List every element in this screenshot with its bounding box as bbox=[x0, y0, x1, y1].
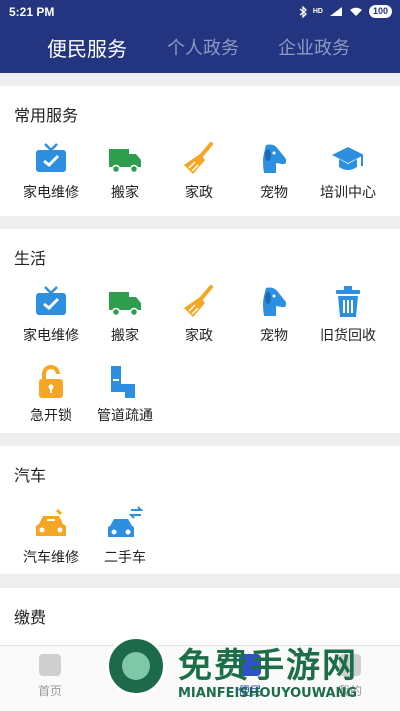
service-item-emergency-unlock[interactable]: 急开锁 bbox=[11, 364, 91, 425]
service-label: 搬家 bbox=[111, 328, 139, 344]
tab-personal-affairs[interactable]: 个人政务 bbox=[167, 34, 239, 60]
service-label: 搬家 bbox=[111, 185, 139, 201]
service-item-moving[interactable]: 搬家 bbox=[85, 141, 165, 202]
section-title: 生活 bbox=[14, 249, 47, 268]
nav-label: 首页 bbox=[37, 684, 62, 698]
section-title: 缴费 bbox=[14, 608, 47, 627]
dog-icon bbox=[263, 287, 287, 316]
graduation-cap-icon bbox=[332, 147, 364, 170]
top-tabs: 便民服务 个人政务 企业政务 bbox=[0, 34, 400, 64]
truck-icon bbox=[109, 149, 141, 174]
service-item-used-car[interactable]: 二手车 bbox=[85, 506, 165, 567]
service-label: 家电维修 bbox=[23, 328, 79, 344]
section-common-services: 常用服务 家电维修 搬家 家政 宠物 培训中心 bbox=[0, 86, 400, 216]
service-item-appliance-repair[interactable]: 家电维修 bbox=[11, 141, 91, 202]
service-item-moving[interactable]: 搬家 bbox=[85, 284, 165, 345]
service-label: 急开锁 bbox=[30, 408, 72, 424]
service-item-car-repair[interactable]: 汽车维修 bbox=[11, 506, 91, 567]
watermark-title: 免费手游网 bbox=[178, 646, 358, 686]
network-label: HD bbox=[312, 7, 323, 15]
service-item-housekeeping[interactable]: 家政 bbox=[159, 141, 239, 202]
section-title: 常用服务 bbox=[14, 106, 79, 125]
service-label: 宠物 bbox=[260, 328, 288, 344]
status-icons: HD 100 bbox=[299, 5, 392, 18]
section-car: 汽车 汽车维修 二手车 bbox=[0, 446, 400, 574]
tab-business-affairs[interactable]: 企业政务 bbox=[278, 34, 350, 60]
service-item-pets[interactable]: 宠物 bbox=[234, 284, 314, 345]
tv-icon bbox=[36, 286, 66, 315]
car-exchange-icon bbox=[108, 506, 143, 537]
service-item-pipe-dredging[interactable]: 管道疏通 bbox=[85, 364, 165, 425]
watermark-subtitle: MIANFEISHOUYOUWANG bbox=[178, 686, 358, 701]
status-time: 5:21 PM bbox=[9, 5, 55, 19]
service-label: 汽车维修 bbox=[23, 550, 79, 566]
service-item-pets[interactable]: 宠物 bbox=[234, 141, 314, 202]
service-label: 旧货回收 bbox=[320, 328, 376, 344]
service-item-appliance-repair[interactable]: 家电维修 bbox=[11, 284, 91, 345]
watermark-logo bbox=[106, 636, 166, 696]
section-life: 生活 家电维修 搬家 家政 宠物 旧货回收 急开锁 管道疏通 bbox=[0, 229, 400, 433]
bluetooth-icon bbox=[299, 5, 307, 18]
service-label: 培训中心 bbox=[320, 185, 376, 201]
status-bar: 5:21 PM HD 100 bbox=[0, 0, 400, 26]
section-title: 汽车 bbox=[14, 466, 47, 485]
tv-icon bbox=[36, 143, 66, 172]
watermark: 免费手游网 MIANFEISHOUYOUWANG bbox=[100, 634, 400, 711]
pipe-icon bbox=[111, 366, 135, 398]
service-label: 二手车 bbox=[104, 550, 146, 566]
service-label: 家电维修 bbox=[23, 185, 79, 201]
home-icon bbox=[39, 654, 61, 676]
app-header: 5:21 PM HD 100 便民服务 个人政务 企业政务 bbox=[0, 0, 400, 73]
signal-icon bbox=[329, 7, 342, 16]
service-label: 家政 bbox=[185, 328, 213, 344]
tab-convenience-services[interactable]: 便民服务 bbox=[47, 33, 127, 62]
service-label: 管道疏通 bbox=[97, 408, 153, 424]
broom-icon bbox=[184, 142, 213, 174]
unlock-icon bbox=[39, 365, 63, 398]
nav-item-home[interactable]: 首页 bbox=[0, 646, 100, 711]
service-item-housekeeping[interactable]: 家政 bbox=[159, 284, 239, 345]
car-repair-icon bbox=[36, 508, 66, 536]
battery-indicator: 100 bbox=[368, 5, 392, 18]
service-label: 宠物 bbox=[260, 185, 288, 201]
trash-icon bbox=[336, 286, 360, 317]
service-label: 家政 bbox=[185, 185, 213, 201]
dog-icon bbox=[263, 144, 287, 173]
service-item-recycling[interactable]: 旧货回收 bbox=[308, 284, 388, 345]
truck-icon bbox=[109, 292, 141, 317]
service-item-training-center[interactable]: 培训中心 bbox=[308, 141, 388, 202]
wifi-icon bbox=[349, 7, 362, 16]
broom-icon bbox=[184, 285, 213, 317]
